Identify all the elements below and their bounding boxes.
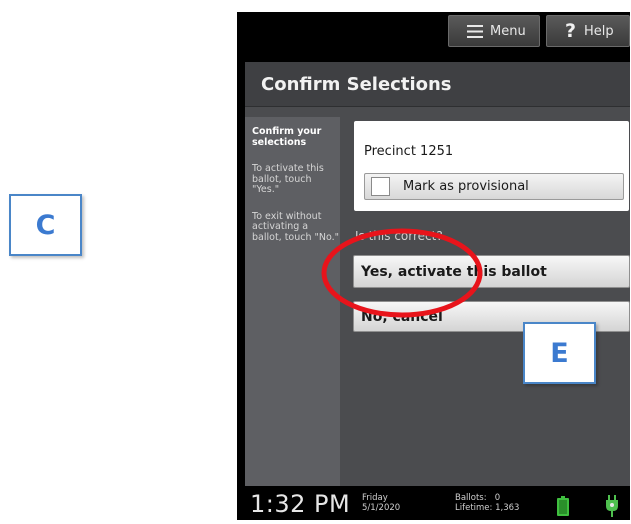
ballots-label: Ballots: [455,493,487,503]
ballot-counts: Ballots: 0 Lifetime: 1,363 [455,493,519,513]
date-display: Friday 5/1/2020 [362,493,400,513]
highlight-ellipse [321,228,483,318]
top-bar: Menu ? Help [237,12,630,47]
provisional-checkbox[interactable] [371,177,390,196]
provisional-label: Mark as provisional [403,179,529,194]
precinct-label: Precinct 1251 [364,144,454,159]
power-plug-icon [606,495,618,517]
battery-icon [557,496,569,516]
ballots-value: 0 [494,493,501,503]
status-bar: 1:32 PM Friday 5/1/2020 Ballots: 0 Lifet… [237,486,630,520]
help-icon: ? [565,20,577,42]
lifetime-label: Lifetime: [455,503,493,513]
lifetime-value: 1,363 [495,503,520,513]
callout-e-label: E [523,322,596,384]
help-button[interactable]: ? Help [546,15,630,47]
callout-c-label: C [9,194,82,256]
menu-label: Menu [490,23,526,39]
menu-icon [467,24,483,38]
instructions-heading: Confirm your selections [252,126,322,148]
page-title: Confirm Selections [245,62,630,107]
mark-provisional-button[interactable]: Mark as provisional [364,173,624,200]
menu-button[interactable]: Menu [448,15,540,47]
day-label: Friday [362,493,388,503]
instructions-activate: To activate this ballot, touch "Yes." [252,163,324,195]
help-label: Help [584,23,614,39]
date-label: 5/1/2020 [362,503,401,513]
clock: 1:32 PM [250,490,351,518]
